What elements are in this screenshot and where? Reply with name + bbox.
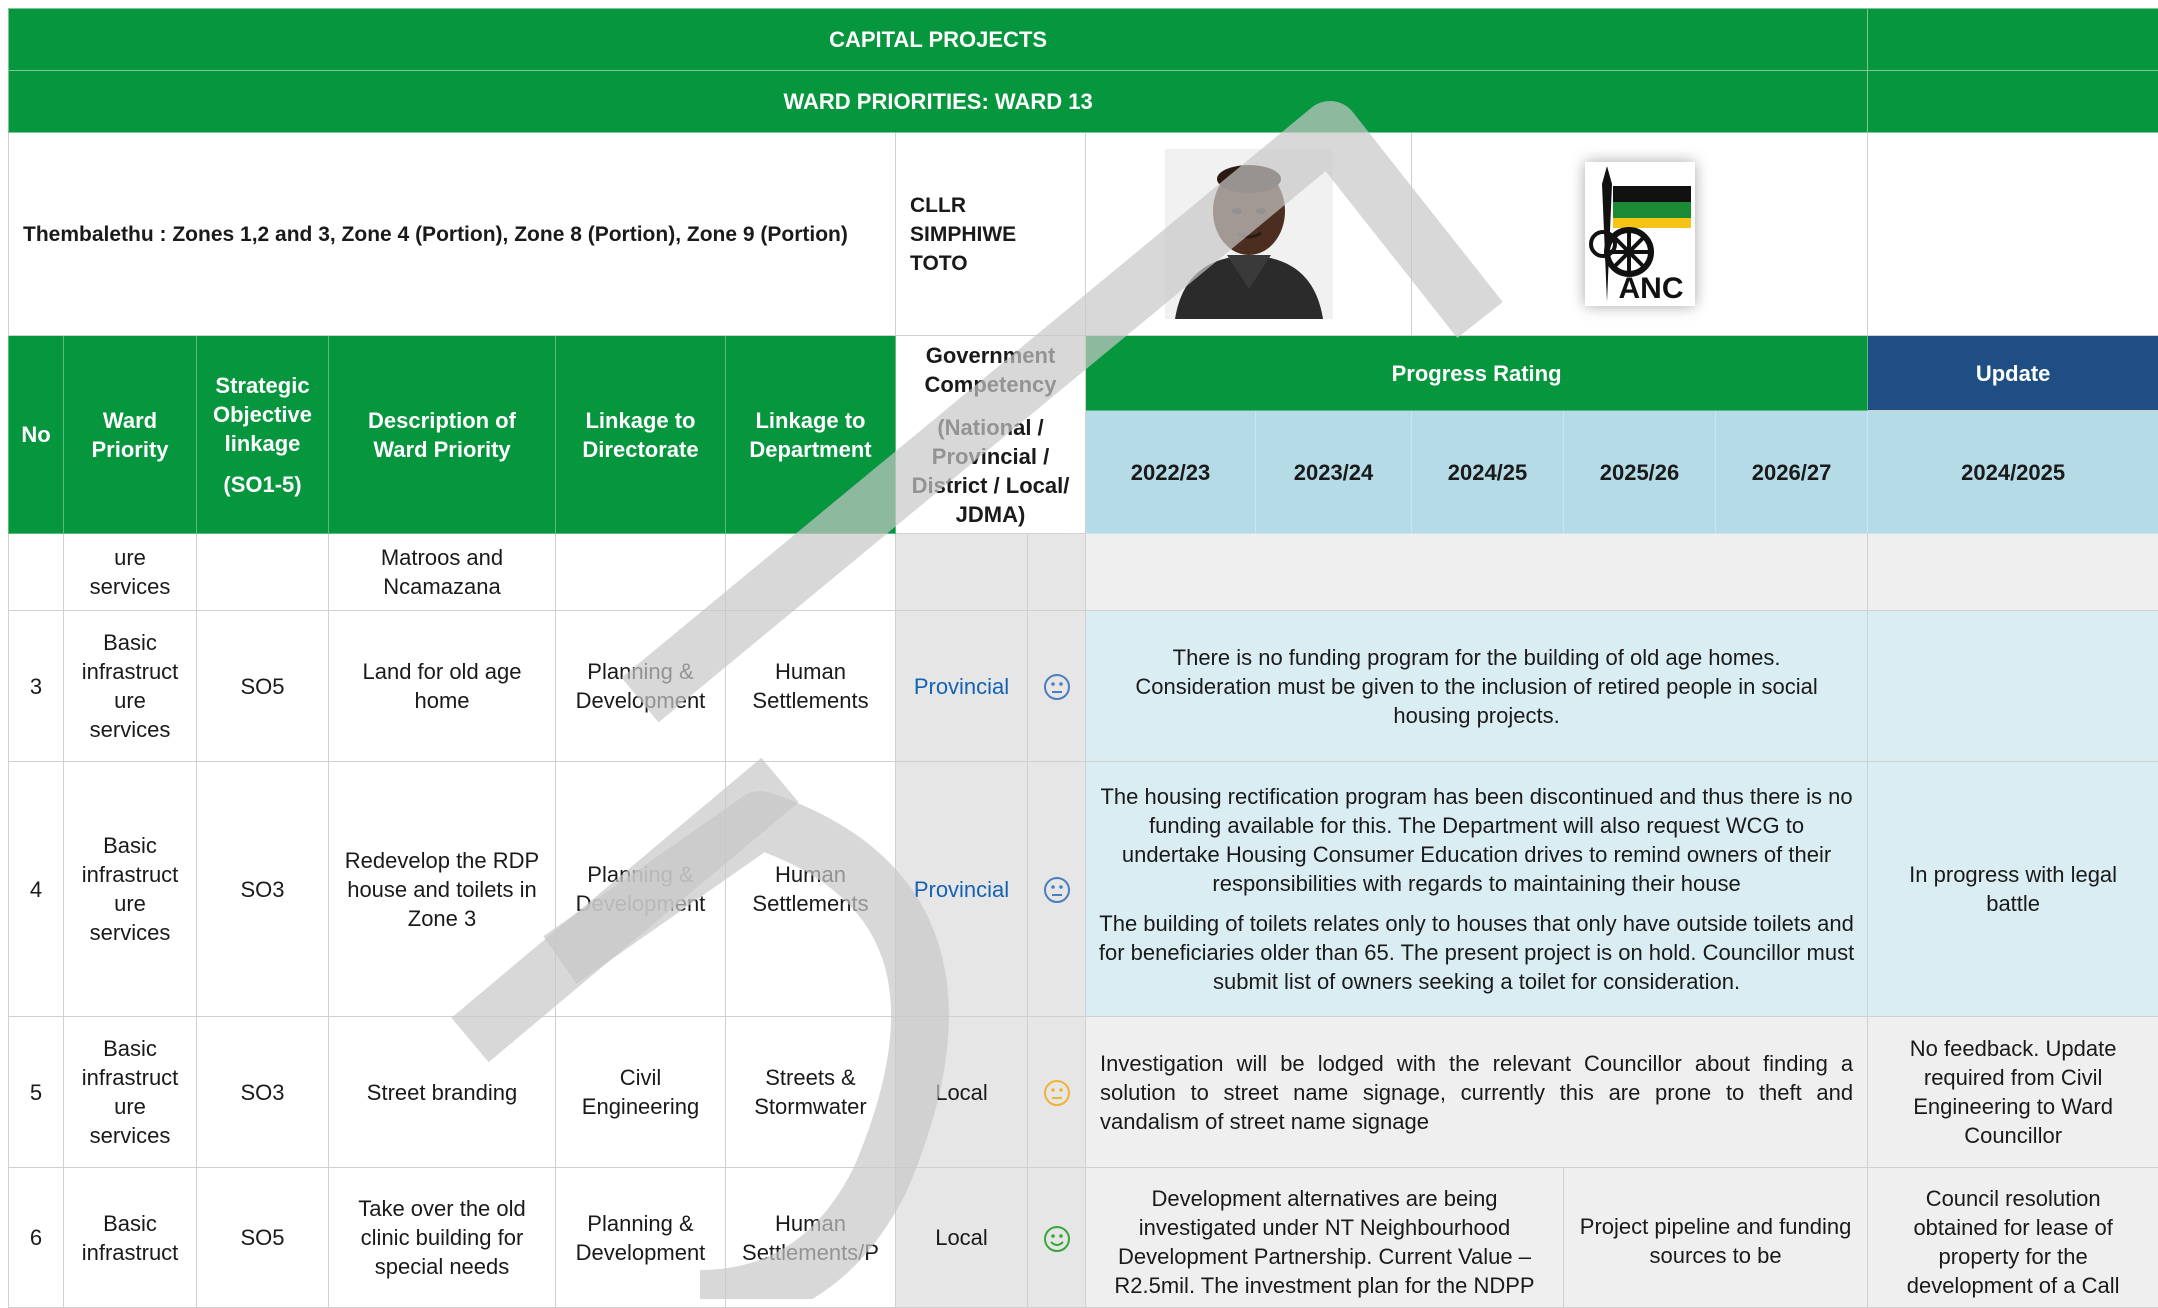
ward-subtitle: WARD PRIORITIES: WARD 13 [9,71,1868,133]
row-description: Street branding [329,1017,556,1168]
councillor-name: CLLR SIMPHIWE TOTO [896,133,1086,336]
row-update: In progress with legal battle [1868,762,2158,1017]
row-competency: Local [896,1017,1028,1168]
row-update: Council resolution obtained for lease of… [1868,1168,2158,1308]
neutral-face-icon [1043,876,1071,904]
row-so: SO3 [197,762,329,1017]
year-2022-23: 2022/23 [1086,411,1256,534]
row-competency: Provincial [896,611,1028,762]
row-no: 5 [9,1017,64,1168]
progress-paragraph-2: The building of toilets relates only to … [1098,909,1855,996]
ward-priorities-table: CAPITAL PROJECTS WARD PRIORITIES: WARD 1… [8,8,2158,1308]
progress-paragraph-1: The housing rectification program has be… [1098,782,1855,898]
info-empty-cell [1868,133,2158,336]
col-header-no: No [9,336,64,534]
page-title: CAPITAL PROJECTS [9,9,1868,71]
col-header-directorate: Linkage to Directorate [556,336,726,534]
update-year: 2024/2025 [1868,411,2158,534]
row-department: Human Settlements [726,762,896,1017]
row-update: No feedback. Update required from Civil … [1868,1017,2158,1168]
row-no: 3 [9,611,64,762]
row-progress: There is no funding program for the buil… [1086,611,1868,762]
row-priority: Basic infrastruct ure services [64,1017,197,1168]
col-header-gov-competency: Government Competency (National / Provin… [896,336,1086,534]
row-so: SO5 [197,611,329,762]
logo-text: ANC [1618,272,1683,305]
col-header-description: Description of Ward Priority [329,336,556,534]
year-2026-27: 2026/27 [1716,411,1868,534]
row-directorate: Planning & Development [556,611,726,762]
row-directorate: Civil Engineering [556,1017,726,1168]
neutral-face-icon [1043,1079,1071,1107]
col-header-strategic-objective: Strategic Objective linkage (SO1-5) [197,336,329,534]
strategic-objective-sub: (SO1-5) [207,470,318,499]
row-priority: Basic infrastruct [64,1168,197,1308]
row-description: Take over the old clinic building for sp… [329,1168,556,1308]
row-progress-a: Development alternatives are being inves… [1086,1168,1564,1308]
row-progress: Investigation will be lodged with the re… [1086,1017,1868,1168]
smiley-face-icon [1043,1225,1071,1253]
councillor-photo-cell [1086,133,1412,336]
row-no: 6 [9,1168,64,1308]
row-directorate: Planning & Development [556,1168,726,1308]
year-2023-24: 2023/24 [1256,411,1412,534]
row-department: Human Settlements/P [726,1168,896,1308]
gov-competency-label: Government Competency [906,341,1075,399]
year-2024-25: 2024/25 [1412,411,1564,534]
strategic-objective-label: Strategic Objective linkage [207,371,318,458]
title-band-end [1868,9,2158,71]
row-department: Streets & Stormwater [726,1017,896,1168]
row-department: Human Settlements [726,611,896,762]
col-header-ward-priority: Ward Priority [64,336,197,534]
row-description: Land for old age home [329,611,556,762]
year-2025-26: 2025/26 [1564,411,1716,534]
table-row: ure services Matroos and Ncamazana [9,534,2158,611]
row-progress-b: Project pipeline and funding sources to … [1564,1168,1868,1308]
row-directorate: Planning & Development [556,762,726,1017]
row-priority: Basic infrastruct ure services [64,611,197,762]
row-so: SO5 [197,1168,329,1308]
table-row: 6 Basic infrastruct SO5 Take over the ol… [9,1168,2158,1308]
neutral-face-icon [1043,673,1071,701]
row-no: 4 [9,762,64,1017]
table-row: 5 Basic infrastruct ure services SO3 Str… [9,1017,2158,1168]
anc-party-logo: ANC [1585,162,1695,306]
row-priority: ure services [64,534,197,611]
row-so: SO3 [197,1017,329,1168]
table-row: 3 Basic infrastruct ure services SO5 Lan… [9,611,2158,762]
row-competency: Local [896,1168,1028,1308]
col-header-department: Linkage to Department [726,336,896,534]
row-priority: Basic infrastruct ure services [64,762,197,1017]
table-row: 4 Basic infrastruct ure services SO3 Red… [9,762,2158,1017]
ward-area: Thembalethu : Zones 1,2 and 3, Zone 4 (P… [9,133,896,336]
councillor-portrait [1165,149,1333,319]
person-icon [1165,149,1333,319]
subtitle-band-end [1868,71,2158,133]
row-progress: The housing rectification program has be… [1086,762,1868,1017]
row-description: Matroos and Ncamazana [329,534,556,611]
row-description: Redevelop the RDP house and toilets in Z… [329,762,556,1017]
row-update [1868,611,2158,762]
row-competency: Provincial [896,762,1028,1017]
col-header-progress-rating: Progress Rating [1086,336,1868,411]
gov-competency-sub: (National / Provincial / District / Loca… [906,413,1075,529]
col-header-update: Update [1868,336,2158,411]
party-logo-cell: ANC [1412,133,1868,336]
